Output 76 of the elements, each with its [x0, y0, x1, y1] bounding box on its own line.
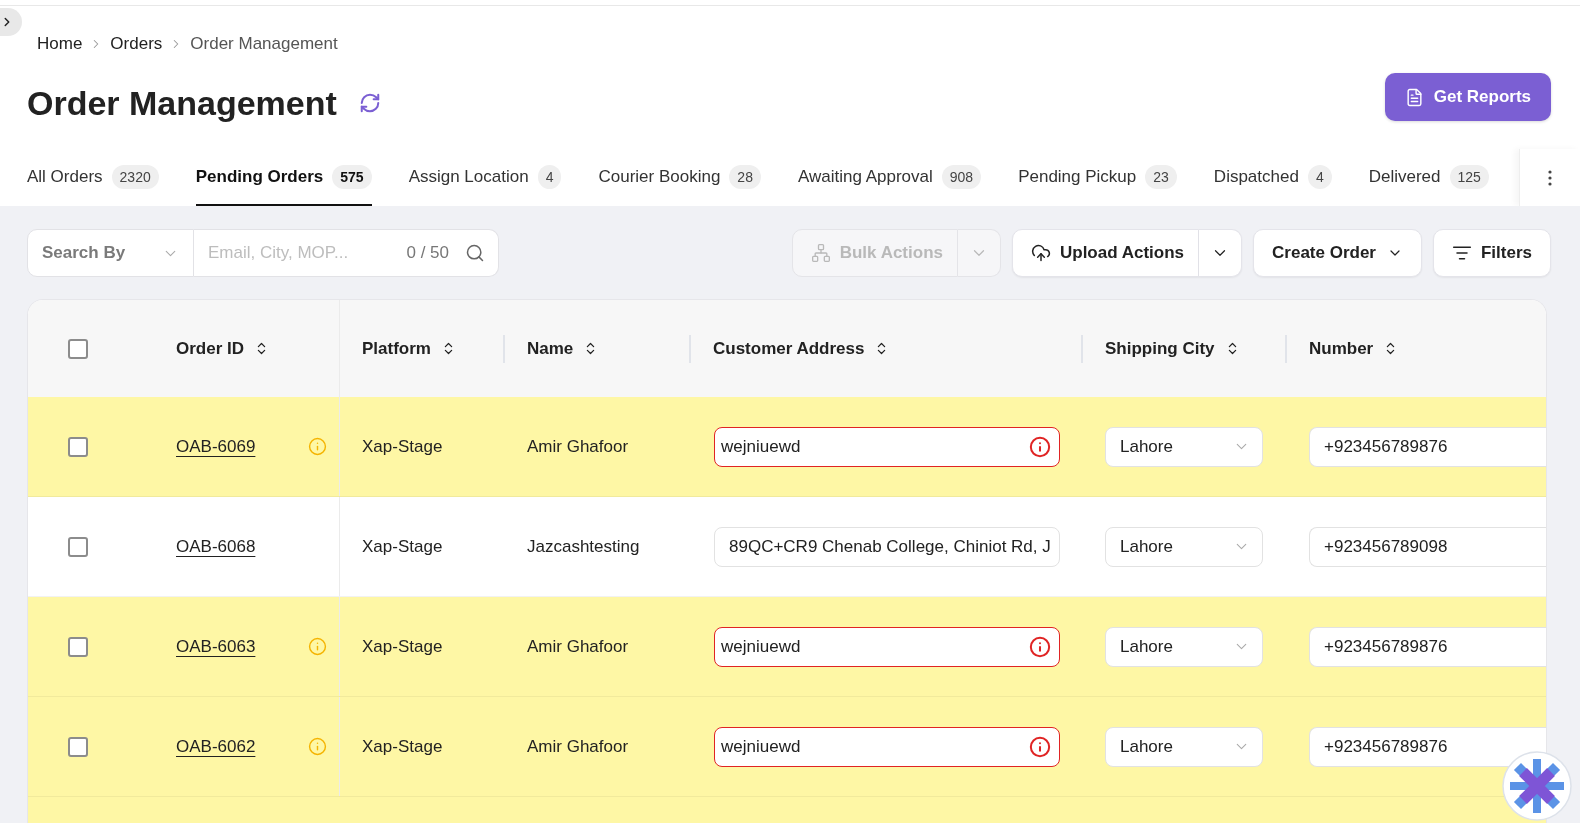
customer-name-text: Amir Ghafoor — [527, 435, 629, 458]
count-badge: 2320 — [111, 165, 159, 189]
info-icon[interactable] — [308, 437, 327, 456]
column-header[interactable]: Name — [527, 335, 599, 362]
count-badge: 4 — [1307, 165, 1332, 189]
phone-field[interactable]: +923456789876 — [1309, 726, 1546, 767]
tab[interactable]: Awaiting Approval 908 — [797, 149, 982, 206]
tab[interactable]: Dispatched 4 — [1213, 149, 1332, 206]
search-by-select[interactable]: Search By — [27, 229, 194, 277]
count-badge: 125 — [1449, 165, 1489, 189]
upload-actions-button[interactable]: Upload Actions — [1012, 229, 1200, 277]
breadcrumb-link[interactable]: Home — [37, 31, 83, 57]
filters-button[interactable]: Filters — [1432, 229, 1551, 277]
city-select[interactable]: Lahore — [1105, 626, 1263, 667]
count-badge: 908 — [941, 165, 982, 189]
info-icon[interactable] — [308, 737, 327, 756]
city-select[interactable]: Lahore — [1105, 526, 1263, 567]
count-badge: 23 — [1145, 165, 1177, 189]
character-counter: 0 / 50 — [406, 242, 449, 264]
phone-field[interactable]: +923456789876 — [1309, 426, 1546, 467]
order-id-link[interactable]: OAB-6063 — [176, 633, 256, 660]
checkbox[interactable] — [68, 736, 88, 757]
platform-text: Xap-Stage — [362, 635, 443, 658]
filter-icon — [1451, 243, 1472, 263]
platform-text: Xap-Stage — [362, 535, 443, 558]
tab[interactable]: Courier Booking 28 — [598, 149, 761, 206]
sitemap-icon — [810, 243, 831, 263]
column-header[interactable]: Shipping City — [1105, 335, 1240, 362]
asterisk-logo-icon[interactable] — [1502, 751, 1572, 821]
checkbox[interactable] — [68, 436, 88, 457]
tab[interactable]: All Orders 2320 — [27, 149, 159, 206]
breadcrumb-link[interactable]: Orders — [110, 31, 163, 57]
tab[interactable]: Pending Pickup 23 — [1018, 149, 1177, 206]
customer-name-text: Amir Ghafoor — [527, 735, 629, 758]
info-icon — [1029, 435, 1051, 458]
create-order-button[interactable]: Create Order — [1253, 229, 1422, 277]
order-id-link[interactable]: OAB-6069 — [176, 433, 256, 460]
cloud-upload-icon — [1031, 243, 1051, 263]
info-icon — [1029, 735, 1051, 758]
order-id-link[interactable]: OAB-6068 — [176, 533, 256, 560]
customer-name-text: Amir Ghafoor — [527, 635, 629, 658]
column-header[interactable]: Order ID — [176, 335, 270, 362]
info-icon[interactable] — [308, 637, 327, 656]
tab[interactable]: Assign Location 4 — [408, 149, 562, 206]
phone-field[interactable]: +923456789876 — [1309, 626, 1546, 667]
customer-name-text: Jazcashtesting — [527, 535, 640, 558]
refresh-icon[interactable] — [358, 92, 381, 114]
checkbox[interactable] — [68, 536, 88, 557]
sidebar-toggle-button[interactable] — [0, 8, 22, 36]
count-badge: 4 — [537, 165, 562, 189]
search-icon[interactable] — [465, 243, 485, 263]
count-badge: 28 — [729, 165, 761, 189]
column-header[interactable]: Number — [1309, 335, 1399, 362]
count-badge: 575 — [332, 165, 372, 189]
platform-text: Xap-Stage — [362, 735, 443, 758]
breadcrumb-current: Order Management — [190, 33, 338, 56]
more-vertical-icon — [1548, 169, 1552, 186]
info-icon — [1029, 635, 1051, 658]
get-reports-button[interactable]: Get Reports — [1384, 73, 1551, 121]
column-header[interactable]: Platform — [362, 335, 456, 362]
address-field[interactable]: wejniuewd — [714, 426, 1060, 467]
checkbox[interactable] — [68, 636, 88, 657]
order-id-link[interactable]: OAB-6062 — [176, 733, 256, 760]
city-select[interactable]: Lahore — [1105, 726, 1263, 767]
phone-field[interactable]: +923456789098 — [1309, 526, 1546, 567]
column-header[interactable]: Customer Address — [713, 335, 890, 362]
address-field[interactable]: wejniuewd — [714, 726, 1060, 767]
page-title: Order Management — [27, 82, 337, 124]
document-icon — [1404, 87, 1424, 107]
platform-text: Xap-Stage — [362, 435, 443, 458]
dropdown-toggle-button[interactable] — [1199, 229, 1243, 277]
city-select[interactable]: Lahore — [1105, 426, 1263, 467]
tab[interactable]: Delivered 125 — [1368, 149, 1489, 206]
checkbox[interactable] — [68, 338, 88, 359]
address-field[interactable]: 89QC+CR9 Chenab College, Chiniot Rd, J — [714, 526, 1060, 567]
address-field[interactable]: wejniuewd — [714, 626, 1060, 667]
